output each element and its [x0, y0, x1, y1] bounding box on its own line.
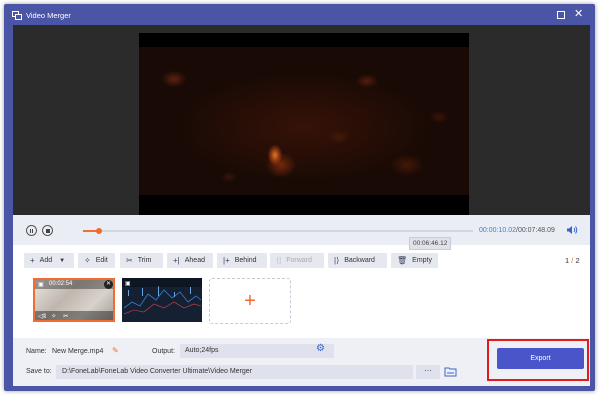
svg-text:▣: ▣ [125, 280, 131, 287]
trim-label: Trim [137, 257, 152, 264]
seek-tooltip: 00:06:46.12 [409, 237, 452, 250]
window-title: Video Merger [26, 11, 71, 20]
plus-icon: + [30, 255, 35, 265]
edit-label: Edit [95, 257, 108, 264]
seek-handle[interactable] [95, 228, 102, 234]
plus-icon: + [244, 289, 256, 312]
main-content: 00:06:46.12 00:00:10.02/00:07:48.09 + Ad… [13, 25, 590, 386]
output-settings: Name: New Merge.mp4 ✎ Output: Auto;24fps… [13, 338, 590, 386]
forward-label: Forward [286, 257, 312, 264]
clip-thumbnail-2[interactable]: ▣ [122, 278, 202, 322]
backward-label: Backward [344, 257, 375, 264]
pencil-icon[interactable]: ✎ [112, 346, 119, 355]
scissors-icon: ✂ [126, 255, 133, 265]
time-display: 00:00:10.02/00:07:48.09 [479, 227, 555, 234]
empty-button[interactable]: 🗑 Empty [391, 253, 438, 268]
save-to-label: Save to: [26, 368, 52, 375]
trim-button[interactable]: ✂ Trim [120, 253, 163, 268]
pause-icon [30, 228, 31, 233]
stop-icon [45, 228, 50, 233]
folder-icon[interactable] [444, 366, 457, 377]
add-button[interactable]: + Add ▼ [24, 253, 74, 268]
current-time: 00:00:10.02 [479, 227, 516, 234]
film-icon: ▣ [38, 282, 44, 288]
page-total: 2 [575, 256, 580, 265]
clip-info-bar: ▣ 00:02:54 [35, 280, 113, 289]
page-indicator: 1 / 2 [565, 256, 580, 265]
forward-button[interactable]: ⟨| Forward [270, 253, 324, 268]
save-path-field[interactable]: D:\FoneLab\FoneLab Video Converter Ultim… [56, 365, 413, 379]
clip-actions-bar: ◁ʬ ✧ ✂ [35, 311, 113, 320]
app-icon [12, 11, 22, 20]
add-label: Add [39, 257, 53, 264]
edit-toolbar: + Add ▼ ✧ Edit ✂ Trim +| Ahead |+ Behind… [13, 251, 590, 271]
file-name: New Merge.mp4 [52, 348, 104, 355]
move-backward-icon: |⟩ [334, 255, 340, 265]
magic-wand-icon: ✧ [84, 255, 91, 265]
add-clip-button[interactable]: + [209, 278, 291, 324]
empty-label: Empty [412, 257, 432, 264]
output-format-field[interactable]: Auto;24fps [180, 344, 334, 358]
video-frame [139, 47, 469, 195]
page-current: 1 [565, 256, 570, 265]
close-icon[interactable]: ✕ [574, 9, 583, 20]
edit-button[interactable]: ✧ Edit [78, 253, 115, 268]
trim-clip-icon[interactable]: ✂ [63, 312, 68, 320]
move-behind-icon: |+ [223, 255, 230, 265]
clip-thumbnail-image: ▣ [122, 278, 202, 322]
move-forward-icon: ⟨| [276, 255, 282, 265]
browse-button[interactable]: ··· [416, 365, 440, 379]
output-label: Output: [152, 348, 175, 355]
video-merger-window: Video Merger ✕ 00:06:46.12 00:00:10.02/0… [4, 4, 595, 391]
trash-icon: 🗑 [397, 255, 408, 265]
caret-down-icon: ▼ [59, 257, 66, 264]
page-separator: / [571, 256, 574, 265]
audio-icon[interactable]: ◁ʬ [38, 312, 46, 320]
name-label: Name: [26, 348, 47, 355]
behind-label: Behind [234, 257, 257, 264]
stop-button[interactable] [42, 225, 53, 236]
total-time: 00:07:48.09 [517, 227, 555, 234]
backward-button[interactable]: |⟩ Backward [328, 253, 387, 268]
ahead-button[interactable]: +| Ahead [167, 253, 213, 268]
export-button[interactable]: Export [497, 348, 584, 369]
remove-clip-icon[interactable]: ✕ [104, 280, 113, 289]
ahead-label: Ahead [184, 257, 205, 264]
title-bar: Video Merger ✕ [4, 4, 595, 26]
volume-icon[interactable] [566, 225, 578, 235]
edit-clip-icon[interactable]: ✧ [51, 312, 56, 320]
clip-thumbnail-1[interactable]: ▣ 00:02:54 ✕ ◁ʬ ✧ ✂ [33, 278, 115, 322]
behind-button[interactable]: |+ Behind [217, 253, 267, 268]
video-preview-area [13, 25, 590, 217]
gear-icon[interactable]: ⚙ [316, 343, 325, 354]
seek-bar[interactable] [83, 228, 473, 234]
video-player[interactable] [139, 33, 469, 217]
maximize-icon[interactable] [557, 11, 565, 19]
move-ahead-icon: +| [173, 255, 180, 265]
pause-button[interactable] [26, 225, 37, 236]
playback-controls: 00:06:46.12 00:00:10.02/00:07:48.09 [13, 215, 590, 250]
clip-duration: 00:02:54 [49, 281, 73, 287]
